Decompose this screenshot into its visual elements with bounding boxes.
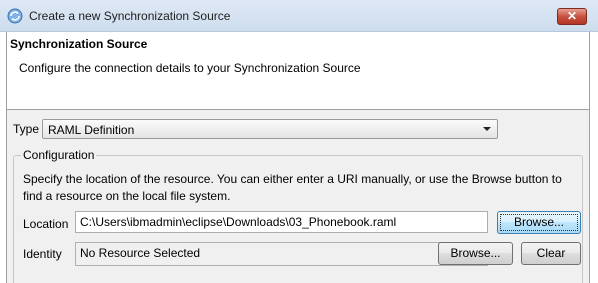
type-dropdown-value: RAML Definition [48,123,135,137]
configuration-legend: Configuration [21,148,97,162]
sync-source-icon [7,8,23,24]
window-title: Create a new Synchronization Source [29,9,231,23]
type-label: Type [13,122,40,136]
wizard-body: Type RAML Definition Configuration Speci… [6,110,590,283]
identity-label: Identity [23,247,62,261]
wizard-header: Synchronization Source Configure the con… [6,32,590,110]
configuration-description: Specify the location of the resource. Yo… [23,172,562,203]
location-label: Location [23,217,69,231]
configuration-group: Configuration Specify the location of th… [13,148,583,283]
close-button[interactable]: ✕ [557,8,587,25]
title-bar: Create a new Synchronization Source ✕ [0,0,598,32]
location-input[interactable]: C:\Users\ibmadmin\eclipse\Downloads\03_P… [75,211,488,233]
chevron-down-icon [483,127,491,131]
location-browse-button[interactable]: Browse... [497,211,581,234]
identity-browse-button[interactable]: Browse... [438,242,513,265]
wizard-page-title: Synchronization Source [10,37,148,51]
type-dropdown[interactable]: RAML Definition [42,119,498,139]
clear-button[interactable]: Clear [521,242,581,265]
wizard-page-description: Configure the connection details to your… [19,61,361,75]
identity-field: No Resource Selected [75,242,488,266]
